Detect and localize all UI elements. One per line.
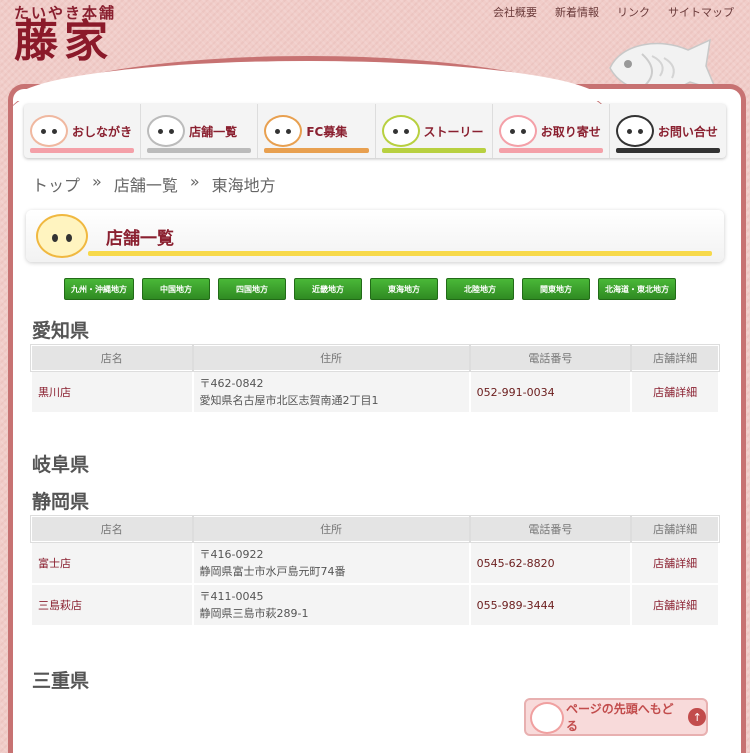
table-row: 黒川店 〒462-0842 愛知県名古屋市北区志賀南通2丁目1 052-991-…	[30, 370, 720, 414]
character-icon	[498, 115, 537, 147]
region-button-hokkaido-tohoku[interactable]: 北海道・東北地方	[598, 278, 676, 300]
top-link-links[interactable]: リンク	[617, 4, 650, 20]
nav-story[interactable]: ストーリー	[376, 104, 493, 158]
store-phone: 0545-62-8820	[468, 541, 633, 585]
breadcrumb: トップ » 店舗一覧 » 東海地方	[32, 172, 276, 196]
nav-label: おしながき	[72, 124, 133, 139]
section-header: 店舗一覧	[26, 210, 724, 262]
store-zip: 〒462-0842	[199, 377, 264, 390]
store-phone: 055-989-3444	[468, 583, 633, 627]
nav-label: お問い合せ	[657, 124, 718, 139]
prefecture-heading-mie: 三重県	[32, 670, 90, 692]
column-header-detail: 店舗詳細	[630, 515, 720, 543]
store-table-aichi: 店名 住所 電話番号 店舗詳細 黒川店 〒462-0842 愛知県名古屋市北区志…	[30, 344, 720, 414]
arrow-up-icon: ↑	[688, 708, 706, 726]
store-street: 愛知県名古屋市北区志賀南通2丁目1	[199, 394, 379, 407]
column-header-name: 店名	[30, 515, 194, 543]
table-header-row: 店名 住所 電話番号 店舗詳細	[30, 515, 720, 543]
mascot-icon	[36, 214, 88, 258]
character-icon	[30, 115, 68, 147]
store-street: 静岡県三島市萩289-1	[199, 607, 309, 620]
breadcrumb-separator: »	[189, 172, 200, 191]
nav-menu[interactable]: おしながき	[24, 104, 142, 158]
store-zip: 〒411-0045	[199, 590, 264, 603]
nav-label: 店舗一覧	[189, 124, 238, 139]
nav-underline	[381, 148, 486, 153]
region-button-tokai[interactable]: 東海地方	[370, 278, 438, 300]
table-row: 三島萩店 〒411-0045 静岡県三島市萩289-1 055-989-3444…	[30, 583, 720, 627]
breadcrumb-separator: »	[92, 172, 102, 191]
page-top-label: ページの先頭へもどる	[566, 702, 674, 733]
main-nav: おしながき 店舗一覧 FC募集 ストーリー お取り寄せ お問い合せ	[24, 104, 726, 158]
nav-underline	[264, 148, 369, 153]
nav-underline	[615, 148, 721, 153]
nav-underline	[498, 148, 603, 153]
page-top-button[interactable]: ページの先頭へもどる ↑	[524, 698, 708, 736]
store-address: 〒462-0842 愛知県名古屋市北区志賀南通2丁目1	[191, 370, 471, 414]
nav-store-list[interactable]: 店舗一覧	[141, 104, 259, 158]
table-row: 富士店 〒416-0922 静岡県富士市水戸島元町74番 0545-62-882…	[30, 541, 720, 585]
store-detail-link[interactable]: 店舗詳細	[630, 370, 720, 414]
region-buttons: 九州・沖縄地方 中国地方 四国地方 近畿地方 東海地方 北陸地方 関東地方 北海…	[64, 278, 676, 300]
store-address: 〒416-0922 静岡県富士市水戸島元町74番	[191, 541, 471, 585]
store-name: 三島萩店	[30, 583, 194, 627]
table-header-row: 店名 住所 電話番号 店舗詳細	[30, 344, 720, 372]
column-header-address: 住所	[191, 344, 471, 372]
region-button-kinki[interactable]: 近畿地方	[294, 278, 362, 300]
character-icon	[147, 115, 186, 147]
column-header-phone: 電話番号	[468, 344, 633, 372]
site-logo[interactable]: 藤家	[14, 16, 114, 68]
breadcrumb-top[interactable]: トップ	[32, 172, 80, 196]
top-link-company[interactable]: 会社概要	[493, 4, 537, 20]
section-underline	[88, 251, 712, 256]
nav-label: FC募集	[306, 124, 348, 139]
store-zip: 〒416-0922	[199, 548, 264, 561]
prefecture-heading-aichi: 愛知県	[32, 320, 90, 342]
breadcrumb-store-list[interactable]: 店舗一覧	[114, 172, 178, 196]
store-name: 富士店	[30, 541, 194, 585]
column-header-detail: 店舗詳細	[630, 344, 720, 372]
nav-underline	[30, 148, 135, 153]
breadcrumb-current: 東海地方	[211, 176, 276, 195]
prefecture-heading-gifu: 岐阜県	[32, 454, 90, 476]
character-icon	[264, 115, 303, 147]
top-link-sitemap[interactable]: サイトマップ	[668, 4, 734, 20]
top-links: 会社概要 新着情報 リンク サイトマップ	[493, 4, 734, 20]
region-button-kyushu[interactable]: 九州・沖縄地方	[64, 278, 134, 300]
nav-order[interactable]: お取り寄せ	[493, 104, 610, 158]
store-detail-link[interactable]: 店舗詳細	[630, 541, 720, 585]
character-icon	[615, 115, 654, 147]
region-button-kanto[interactable]: 関東地方	[522, 278, 590, 300]
section-title: 店舗一覧	[106, 229, 174, 249]
region-button-chugoku[interactable]: 中国地方	[142, 278, 210, 300]
mascot-icon	[530, 702, 564, 734]
top-link-news[interactable]: 新着情報	[555, 4, 599, 20]
nav-fc-recruit[interactable]: FC募集	[258, 104, 376, 158]
nav-label: お取り寄せ	[540, 124, 601, 139]
nav-underline	[147, 148, 252, 153]
character-icon	[381, 115, 420, 147]
column-header-phone: 電話番号	[468, 515, 633, 543]
region-button-hokuriku[interactable]: 北陸地方	[446, 278, 514, 300]
store-street: 静岡県富士市水戸島元町74番	[199, 565, 346, 578]
store-detail-link[interactable]: 店舗詳細	[630, 583, 720, 627]
store-address: 〒411-0045 静岡県三島市萩289-1	[191, 583, 471, 627]
column-header-name: 店名	[30, 344, 194, 372]
nav-label: ストーリー	[423, 124, 484, 139]
prefecture-heading-shizuoka: 静岡県	[32, 491, 90, 513]
nav-contact[interactable]: お問い合せ	[610, 104, 726, 158]
store-phone: 052-991-0034	[468, 370, 633, 414]
store-table-shizuoka: 店名 住所 電話番号 店舗詳細 富士店 〒416-0922 静岡県富士市水戸島元…	[30, 515, 720, 627]
region-button-shikoku[interactable]: 四国地方	[218, 278, 286, 300]
store-name: 黒川店	[30, 370, 194, 414]
column-header-address: 住所	[191, 515, 471, 543]
